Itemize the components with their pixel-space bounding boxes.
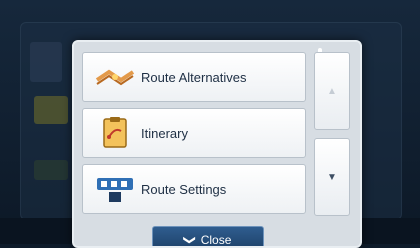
menu-item-route-alternatives[interactable]: Route Alternatives [82,52,306,102]
route-settings-icon [93,172,137,206]
background-thumbnail [34,160,68,180]
menu-list: Route Alternatives Itinerary Route Setti… [82,52,306,220]
menu-item-label: Route Alternatives [141,69,247,85]
scroll-up-button[interactable]: ▲ [314,52,350,130]
itinerary-icon [93,116,137,150]
chevron-up-icon: ▲ [327,85,337,97]
menu-item-label: Itinerary [141,125,188,141]
route-menu-popup: Route Alternatives Itinerary Route Setti… [72,40,362,248]
background-thumbnail [34,96,68,124]
menu-item-itinerary[interactable]: Itinerary [82,108,306,158]
menu-item-route-settings[interactable]: Route Settings [82,164,306,214]
chevron-down-icon: ▼ [327,171,337,183]
scroll-down-button[interactable]: ▼ [314,138,350,216]
background-tile [30,42,62,82]
close-button-label: Close [200,233,232,247]
scroll-controls: ▲ ▼ [314,52,350,224]
menu-item-label: Route Settings [141,181,227,197]
close-button[interactable]: ❯ Close [152,226,264,247]
route-alternatives-icon [93,60,137,94]
